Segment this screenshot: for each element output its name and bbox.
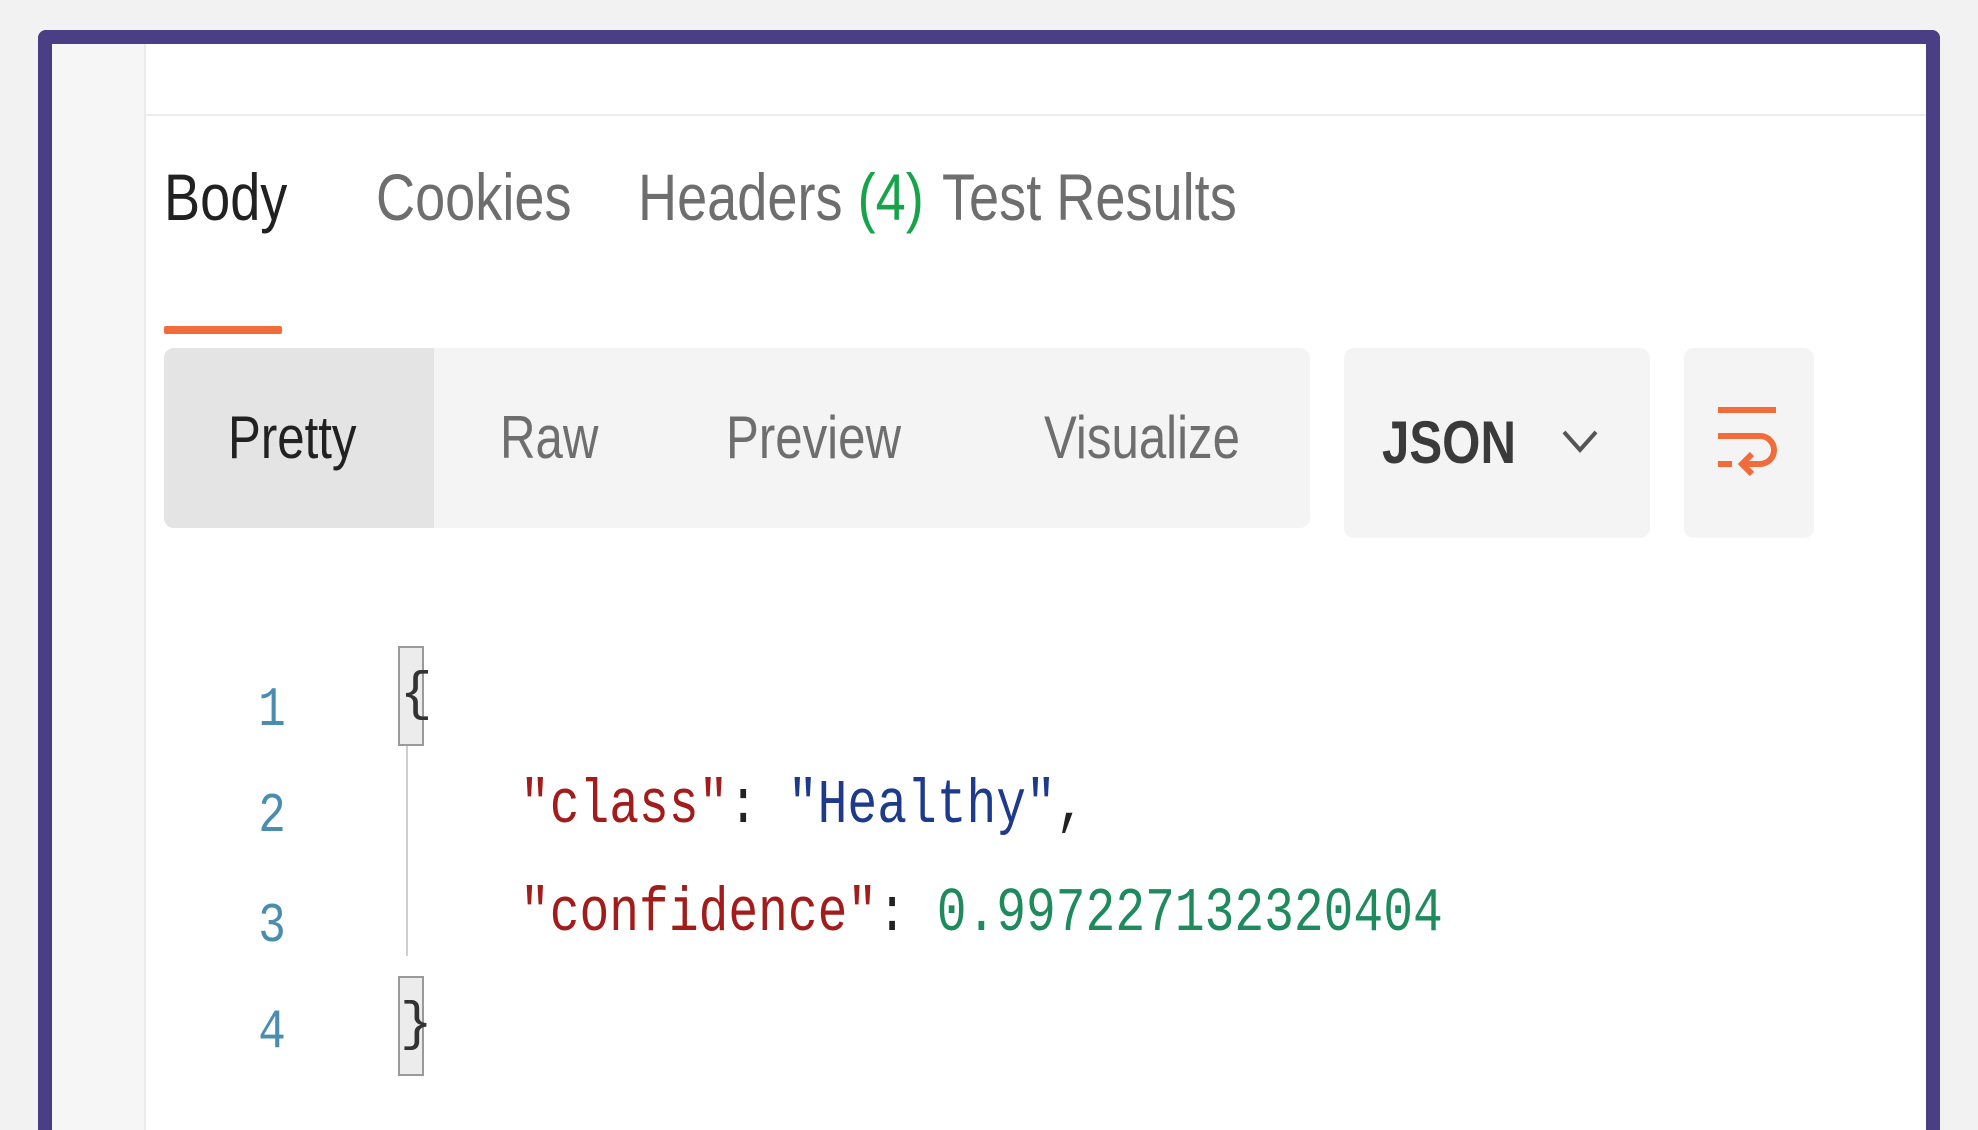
- code-line-confidence: "confidence": 0.997227132320404: [520, 878, 1443, 949]
- tab-cookies-label: Cookies: [376, 160, 572, 234]
- response-tabs: Body Cookies Headers (4) Test Results: [52, 164, 1926, 334]
- tab-cookies[interactable]: Cookies: [376, 164, 572, 230]
- top-band: [146, 44, 1926, 116]
- json-colon: :: [877, 878, 937, 949]
- chevron-down-icon: [1562, 430, 1598, 454]
- format-select-value: JSON: [1382, 409, 1516, 476]
- tab-body[interactable]: Body: [164, 164, 287, 230]
- close-brace-match: }: [398, 976, 432, 1076]
- headers-count: (4): [857, 160, 924, 234]
- json-key: "class": [520, 770, 729, 841]
- active-tab-indicator: [164, 326, 282, 334]
- view-pretty-button[interactable]: Pretty: [228, 348, 357, 528]
- json-key: "confidence": [520, 878, 878, 949]
- line-number: 2: [258, 784, 286, 848]
- json-colon: :: [728, 770, 788, 841]
- line-number: 1: [258, 678, 286, 742]
- view-preview-button[interactable]: Preview: [726, 348, 901, 528]
- tab-body-label: Body: [164, 160, 288, 234]
- json-string-value: "Healthy": [787, 770, 1056, 841]
- code-line-class: "class": "Healthy",: [520, 770, 1086, 841]
- json-number-value: 0.997227132320404: [936, 878, 1443, 949]
- response-panel: Body Cookies Headers (4) Test Results Pr…: [38, 30, 1940, 1130]
- open-brace-match: {: [398, 646, 432, 746]
- response-body-code: 1 2 3 4 { "class": "Healthy", "confidenc…: [52, 604, 1926, 1124]
- line-number: 3: [258, 894, 286, 958]
- format-select[interactable]: JSON: [1344, 348, 1650, 538]
- view-visualize-button[interactable]: Visualize: [1044, 348, 1240, 528]
- tab-headers[interactable]: Headers (4): [638, 164, 924, 230]
- tab-test-results-label: Test Results: [942, 160, 1237, 234]
- tab-headers-label: Headers: [638, 160, 843, 234]
- view-raw-button[interactable]: Raw: [500, 348, 598, 528]
- json-comma: ,: [1055, 770, 1086, 841]
- wrap-lines-icon: [1718, 407, 1777, 477]
- line-number: 4: [258, 1000, 286, 1064]
- wrap-lines-button[interactable]: [1684, 348, 1814, 538]
- tab-test-results[interactable]: Test Results: [942, 164, 1237, 230]
- view-mode-switcher: Pretty Raw Preview Visualize: [164, 348, 1310, 528]
